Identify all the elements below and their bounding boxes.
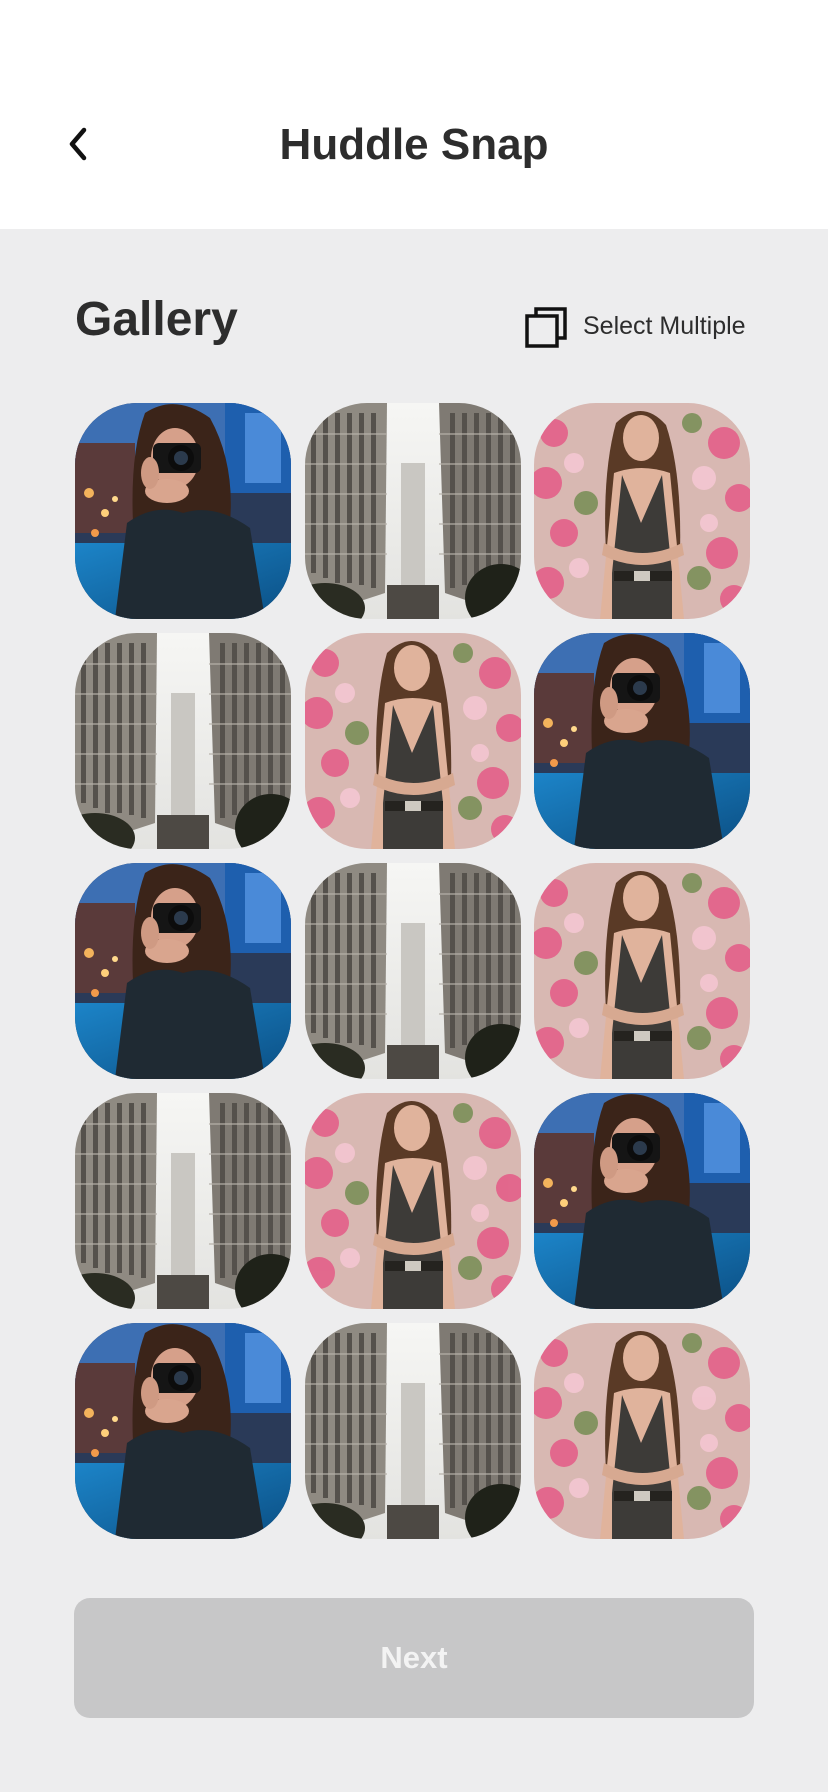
gallery-photo-camera-woman[interactable] <box>534 633 750 849</box>
next-button[interactable]: Next <box>74 1598 754 1718</box>
gallery-photo-camera-woman[interactable] <box>75 863 291 1079</box>
gallery-photo-woman-flowers[interactable] <box>305 633 521 849</box>
gallery-photo-camera-woman[interactable] <box>75 1323 291 1539</box>
gallery-photo-city-buildings[interactable] <box>305 863 521 1079</box>
app-title: Huddle Snap <box>279 120 549 169</box>
gallery-photo-woman-flowers[interactable] <box>534 1323 750 1539</box>
gallery-photo-city-buildings[interactable] <box>75 633 291 849</box>
gallery-photo-camera-woman[interactable] <box>534 1093 750 1309</box>
select-multiple-label: Select Multiple <box>583 312 746 340</box>
gallery-photo-city-buildings[interactable] <box>305 1323 521 1539</box>
app-header: Huddle Snap <box>0 0 828 229</box>
gallery-photo-woman-flowers[interactable] <box>534 863 750 1079</box>
gallery-photo-city-buildings[interactable] <box>75 1093 291 1309</box>
select-multiple-button[interactable]: Select Multiple <box>520 303 755 349</box>
gallery-photo-camera-woman[interactable] <box>75 403 291 619</box>
gallery-photo-woman-flowers[interactable] <box>534 403 750 619</box>
gallery-photo-woman-flowers[interactable] <box>305 1093 521 1309</box>
multi-select-icon <box>525 307 567 348</box>
gallery-photo-city-buildings[interactable] <box>305 403 521 619</box>
gallery-heading: Gallery <box>75 293 238 346</box>
